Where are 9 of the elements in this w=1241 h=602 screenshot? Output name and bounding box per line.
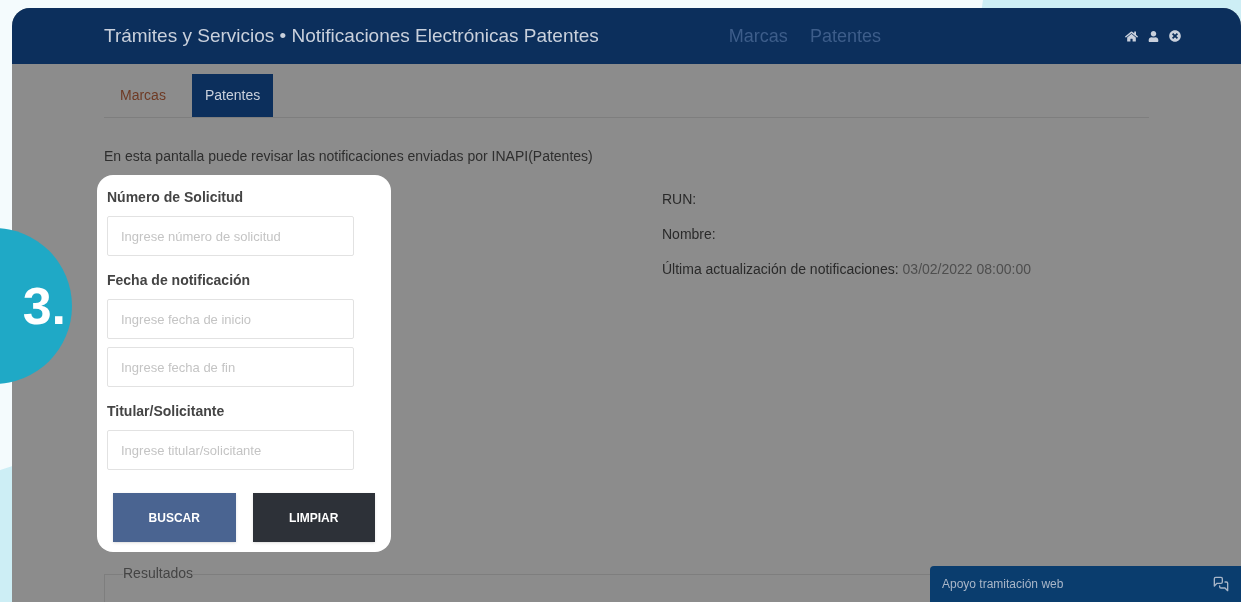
field-label: Número de Solicitud bbox=[107, 188, 245, 207]
field-label: Titular/Solicitante bbox=[107, 402, 226, 421]
info-value: 03/02/2022 08:00:00 bbox=[902, 260, 1032, 279]
intro-text: En esta pantalla puede revisar las notificaciones enviadas por INAPI(Patentes) bbox=[104, 147, 594, 166]
info-label: Nombre: bbox=[662, 225, 716, 244]
info-label: RUN: bbox=[662, 190, 697, 209]
header-title: Trámites y Servicios • Notificaciones Electrónicas Patentes bbox=[104, 23, 599, 48]
info-label: Última actualización de notificaciones: bbox=[662, 260, 899, 279]
field-label: Fecha de notificación bbox=[107, 271, 252, 290]
